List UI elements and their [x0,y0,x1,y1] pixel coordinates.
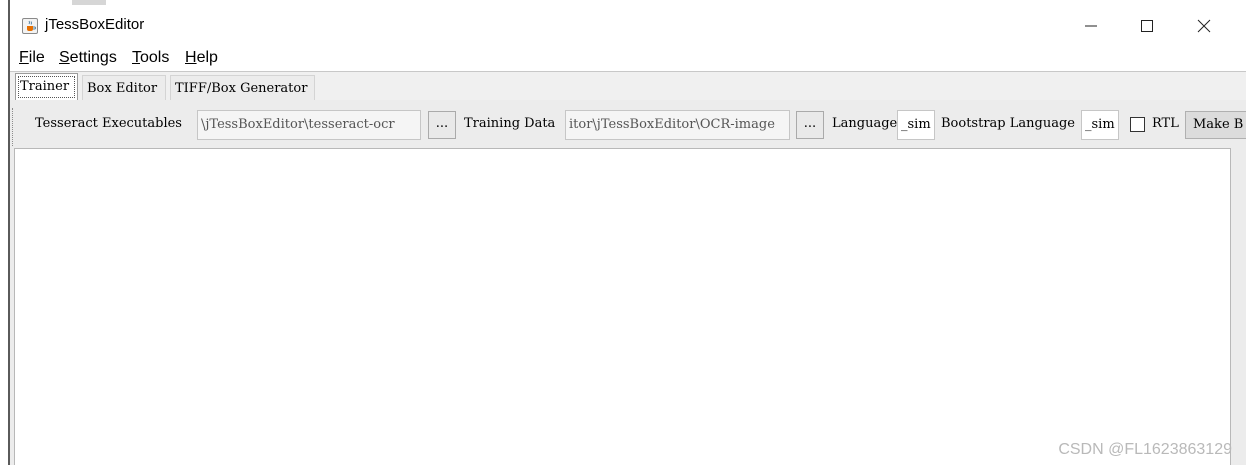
maximize-icon [1141,20,1153,32]
bootstrap-language-label: Bootstrap Language [941,116,1075,131]
tab-bar: Trainer Box Editor TIFF/Box Generator [10,71,1246,101]
window-title: jTessBoxEditor [45,16,145,33]
close-icon [1197,19,1211,33]
menu-settings[interactable]: Settings [59,49,117,67]
watermark: CSDN @FL1623863129 [1058,441,1232,458]
executables-label: Tesseract Executables [35,116,182,131]
menu-tools[interactable]: Tools [132,49,169,67]
browse-training-data-button[interactable]: ... [796,111,824,139]
maximize-button[interactable] [1124,7,1170,45]
rtl-label: RTL [1152,116,1179,131]
rtl-checkbox[interactable] [1130,117,1145,132]
tab-box-editor[interactable]: Box Editor [82,75,166,100]
executables-field[interactable]: \jTessBoxEditor\tesseract-ocr [197,110,421,140]
minimize-button[interactable] [1068,7,1114,45]
minimize-icon [1085,25,1097,27]
title-bar: jTessBoxEditor [10,7,1246,45]
language-label: Language [832,116,898,131]
screen-artifact [72,0,106,5]
menu-help[interactable]: Help [185,49,218,67]
training-data-field[interactable]: itor\jTessBoxEditor\OCR-image [565,110,790,140]
close-button[interactable] [1181,7,1227,45]
tab-trainer[interactable]: Trainer [15,73,78,101]
log-output-area[interactable] [14,148,1231,465]
toolbar-grip[interactable] [12,108,15,146]
bootstrap-language-field[interactable]: _sim [1081,110,1119,140]
tab-tiff-box-generator[interactable]: TIFF/Box Generator [170,75,315,100]
browse-executables-button[interactable]: ... [428,111,456,139]
make-box-button[interactable]: Make B [1185,111,1246,139]
training-data-label: Training Data [464,116,556,131]
menu-file[interactable]: File [19,49,45,67]
java-cup-icon [22,18,38,34]
menu-bar: File Settings Tools Help [10,47,1246,71]
language-field[interactable]: _sim [897,110,935,140]
